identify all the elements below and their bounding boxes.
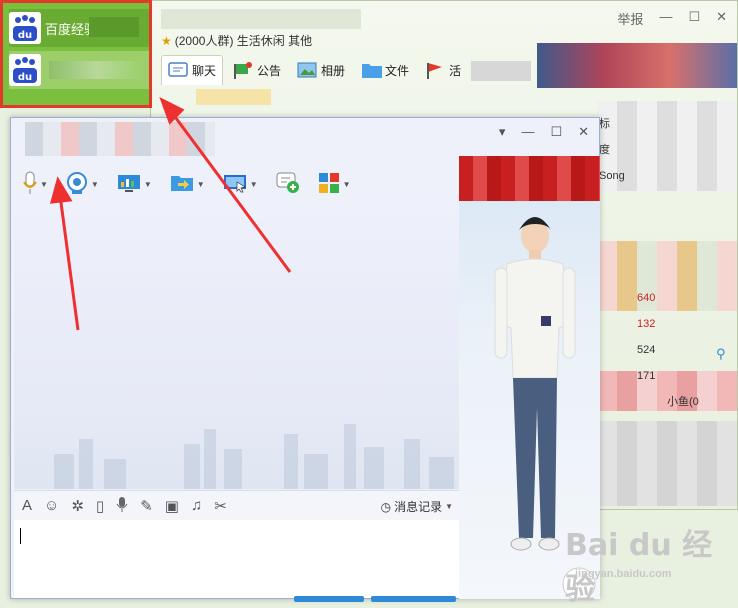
list-item[interactable]: Song [597,163,737,189]
maximize-icon[interactable]: ☐ [550,124,562,140]
photo-album-icon [297,61,317,79]
microphone-icon [23,171,37,198]
list-item[interactable]: 640 [597,285,737,311]
group-tabs: 聊天 公告 相册 文件 活 [161,55,467,85]
message-history-button[interactable]: ◷ 消息记录 ▼ [381,498,453,515]
chevron-down-icon[interactable]: ▼ [40,180,48,189]
clock-icon: ◷ [380,499,392,514]
maximize-icon[interactable]: ☐ [688,9,700,28]
svg-text:du: du [18,72,32,83]
close-button[interactable] [294,596,364,602]
message-display-area[interactable] [14,204,459,489]
apps-grid-icon [318,172,340,197]
blurred-block [89,17,139,37]
contact-sidebar: du 百度经验 du [0,0,152,108]
message-input[interactable] [14,520,459,598]
tab-files[interactable]: 文件 [355,55,415,85]
minimize-icon[interactable]: — [521,124,534,140]
screen-share-icon [117,173,141,196]
close-icon[interactable]: ✕ [578,124,589,140]
close-icon[interactable]: ✕ [716,9,727,28]
input-toolbar: A ☺ ✲ ▯ ✎ ▣ ♫ ✂ ◷ 消息记录 ▼ [14,490,459,520]
edit-icon[interactable]: ✎ [140,497,153,515]
image-icon[interactable]: ▣ [165,497,179,515]
chat-toolbar: ▼ ▼ ▼ ▼ ▼ ▼ [23,171,351,198]
blurred-contact-header [25,122,215,156]
list-item[interactable]: 度 [597,137,737,163]
baidu-jingyan-watermark: Bai du 经验 jingyan.baidu.com [565,528,713,607]
group-banner-ad [537,43,737,88]
apps-button[interactable]: ▼ [318,172,351,197]
chat-window: ▾ — ☐ ✕ ▼ ▼ ▼ ▼ ▼ ▼ A ☺ ✲ ▯ ✎ ▣ ♫ ✂ ◷ 消息… [10,117,600,602]
voice-call-button[interactable]: ▼ [23,171,48,198]
blurred-ad-banner [459,156,600,201]
list-item[interactable]: 标 [597,111,737,137]
group-title: ★ (2000人群) 生活休闲 其他 [161,34,313,48]
blurred-block [471,61,531,81]
chat-bubble-icon [168,61,188,80]
chevron-down-icon: ▼ [445,502,453,511]
voice-message-icon[interactable] [116,496,128,516]
send-button[interactable] [371,596,456,602]
shake-icon[interactable]: ✲ [71,497,84,515]
gif-icon[interactable]: ▯ [96,497,104,515]
blurred-block [196,89,271,105]
skyline-background [54,424,454,489]
send-file-button[interactable]: ▼ [170,173,205,196]
webcam-icon [66,172,88,197]
chevron-down-icon[interactable]: ▼ [197,180,205,189]
chevron-down-icon[interactable]: ▼ [343,180,351,189]
baidu-du-icon: du [9,54,41,86]
chevron-down-icon[interactable]: ▼ [91,180,99,189]
font-icon[interactable]: A [22,497,32,514]
remote-desktop-icon [223,173,247,196]
chevron-down-icon[interactable]: ▼ [144,180,152,189]
text-cursor [20,528,21,544]
svg-text:du: du [18,30,32,41]
contact-item-baidu-jingyan[interactable]: du 百度经验 [9,9,149,47]
star-icon: ★ [161,34,172,48]
tab-activity[interactable]: 活 [419,55,467,85]
group-window-controls: 举报 — ☐ ✕ [617,9,727,28]
chevron-down-icon[interactable]: ▼ [250,180,258,189]
member-search-icon[interactable]: ⚲ [716,346,726,362]
blurred-block [49,61,144,79]
announcement-flag-icon [233,61,253,79]
minimize-icon[interactable]: — [659,9,672,28]
report-link[interactable]: 举报 [617,9,643,28]
baidu-du-icon: du [9,12,41,44]
screen-share-button[interactable]: ▼ [117,173,152,196]
list-item[interactable]: 132 [597,311,737,337]
video-call-button[interactable]: ▼ [66,172,99,197]
send-file-icon [170,173,194,196]
music-icon[interactable]: ♫ [191,497,202,514]
blurred-block [597,421,737,506]
tab-announcement[interactable]: 公告 [227,55,287,85]
group-member-list: 标 度 Song 640 132 524 171 小鱼(0 [597,111,737,415]
tab-chat[interactable]: 聊天 [161,55,224,85]
blurred-title [161,9,361,29]
chat-window-controls: ▾ — ☐ ✕ [499,124,589,140]
add-chat-icon [276,172,300,197]
tab-album[interactable]: 相册 [291,55,351,85]
list-item[interactable]: 小鱼(0 [597,389,737,415]
remote-desktop-button[interactable]: ▼ [223,173,258,196]
add-chat-button[interactable] [276,172,300,197]
list-item[interactable]: 171 [597,363,737,389]
emoji-icon[interactable]: ☺ [44,497,59,514]
contact-item-2[interactable]: du [9,51,149,89]
scissors-icon[interactable]: ✂ [214,497,227,515]
menu-dropdown-icon[interactable]: ▾ [499,124,506,140]
folder-icon [361,61,383,79]
activity-flag-icon [425,61,445,79]
